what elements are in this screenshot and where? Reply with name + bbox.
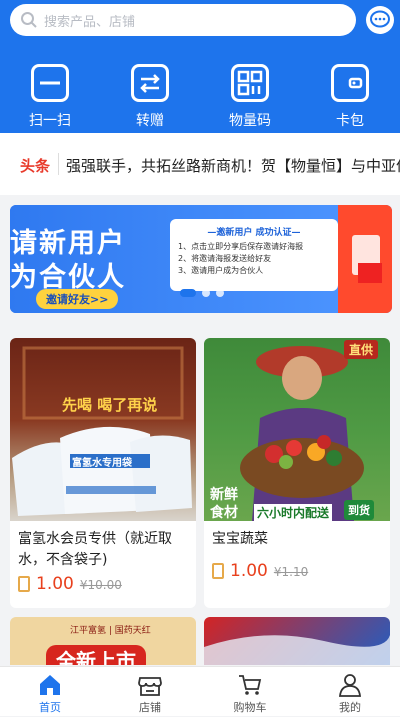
search-icon (21, 12, 37, 28)
product-image-bag-label: 富氢水专用袋 (72, 458, 132, 469)
user-icon (337, 672, 363, 698)
carousel-dot[interactable] (216, 289, 224, 297)
news-text[interactable]: 强强联手，共拓丝路新商机！贺【物量恒】与中亚伙 (66, 155, 400, 176)
quick-qrcode-label: 物量码 (229, 113, 271, 129)
cart-icon (237, 672, 263, 698)
bottom-tab-bar: 首页 店铺 购物车 我的 (0, 666, 400, 716)
chat-button[interactable] (366, 6, 394, 34)
store-icon (137, 672, 163, 698)
product-price-row: 1.00 ¥1.10 (204, 558, 390, 581)
product-card-peek[interactable] (204, 617, 390, 665)
banner-step: 2、将邀请海报发送给好友 (178, 254, 272, 263)
tab-store-label: 店铺 (139, 701, 161, 714)
product-card-peek[interactable]: 江平富氢 | 国药天红 全新上市 (10, 617, 196, 665)
product-image: 先喝 喝了再说 富氢水专用袋 (10, 338, 196, 521)
banner-step: 1、点击立即分享后保存邀请好海报 (178, 242, 304, 251)
carousel-dot[interactable] (180, 289, 196, 297)
product-name: 宝宝蔬菜 (212, 531, 268, 547)
points-icon (212, 563, 224, 579)
quick-scan[interactable]: 扫一扫 (0, 64, 100, 130)
carousel-indicator (180, 289, 224, 297)
carousel-dot[interactable] (202, 289, 210, 297)
product-image-text-2: 食材 (210, 505, 238, 521)
news-source: 头条 (20, 157, 51, 175)
banner-info-card: —邀新用户 成功认证— 1、点击立即分享后保存邀请好海报 2、将邀请海报发送给好… (170, 219, 338, 291)
quick-transfer-label: 转赠 (136, 113, 164, 129)
header: 搜索产品、店铺 扫一扫 转赠 物量码 卡包 (0, 0, 400, 133)
quick-transfer[interactable]: 转赠 (100, 64, 200, 130)
tab-profile[interactable]: 我的 (300, 667, 400, 717)
tab-home-label: 首页 (39, 701, 61, 714)
product-image: 直供 新鲜 食材 六小时内配送 到货 (204, 338, 390, 521)
search-placeholder: 搜索产品、店铺 (44, 14, 136, 30)
product-card[interactable]: 直供 新鲜 食材 六小时内配送 到货 宝宝蔬菜 1.00 ¥1.10 (204, 338, 390, 608)
quick-qrcode[interactable]: 物量码 (200, 64, 300, 130)
product-name: 富氢水会员专供（就近取水，不含袋子) (18, 531, 172, 568)
product-price: 1.00 (36, 574, 74, 594)
search-bar[interactable]: 搜索产品、店铺 (10, 4, 356, 36)
tab-home[interactable]: 首页 (0, 667, 100, 717)
quick-wallet-label: 卡包 (336, 113, 364, 129)
peek-brand: 江平富氢 | 国药天红 (70, 626, 151, 636)
product-delivery-tag: 六小时内配送 (254, 504, 333, 521)
tab-cart-label: 购物车 (233, 701, 267, 714)
invite-friends-button[interactable]: 邀请好友>> (36, 289, 119, 309)
wallet-icon (331, 64, 369, 102)
home-icon (37, 672, 63, 698)
tab-store[interactable]: 店铺 (100, 667, 200, 717)
tab-cart[interactable]: 购物车 (200, 667, 300, 717)
product-original-price: ¥1.10 (273, 565, 309, 579)
peek-image (204, 635, 390, 665)
product-original-price: ¥10.00 (79, 578, 122, 592)
product-image-text-1: 新鲜 (210, 487, 238, 503)
banner-step: 3、邀请用户成为合伙人 (178, 266, 264, 275)
tab-profile-label: 我的 (339, 701, 361, 714)
transfer-icon (131, 64, 169, 102)
product-price: 1.00 (230, 561, 268, 581)
points-icon (18, 576, 30, 592)
banner-card-title: —邀新用户 成功认证— (207, 228, 301, 238)
ticker-divider (58, 153, 59, 175)
chat-icon (370, 10, 390, 28)
product-card[interactable]: 先喝 喝了再说 富氢水专用袋 富氢水会员专供（就近取水，不含袋子) 1.00 ¥… (10, 338, 196, 608)
peek-headline: 全新上市 (46, 645, 146, 665)
quick-scan-label: 扫一扫 (29, 113, 71, 129)
product-badge: 直供 (344, 340, 379, 359)
qrcode-icon (231, 64, 269, 102)
banner-next-slide (338, 205, 392, 313)
product-image-caption: 先喝 喝了再说 (62, 396, 158, 414)
product-price-row: 1.00 ¥10.00 (10, 571, 196, 594)
scan-icon (31, 64, 69, 102)
quick-wallet[interactable]: 卡包 (300, 64, 400, 130)
product-arrive-tag: 到货 (344, 500, 374, 520)
